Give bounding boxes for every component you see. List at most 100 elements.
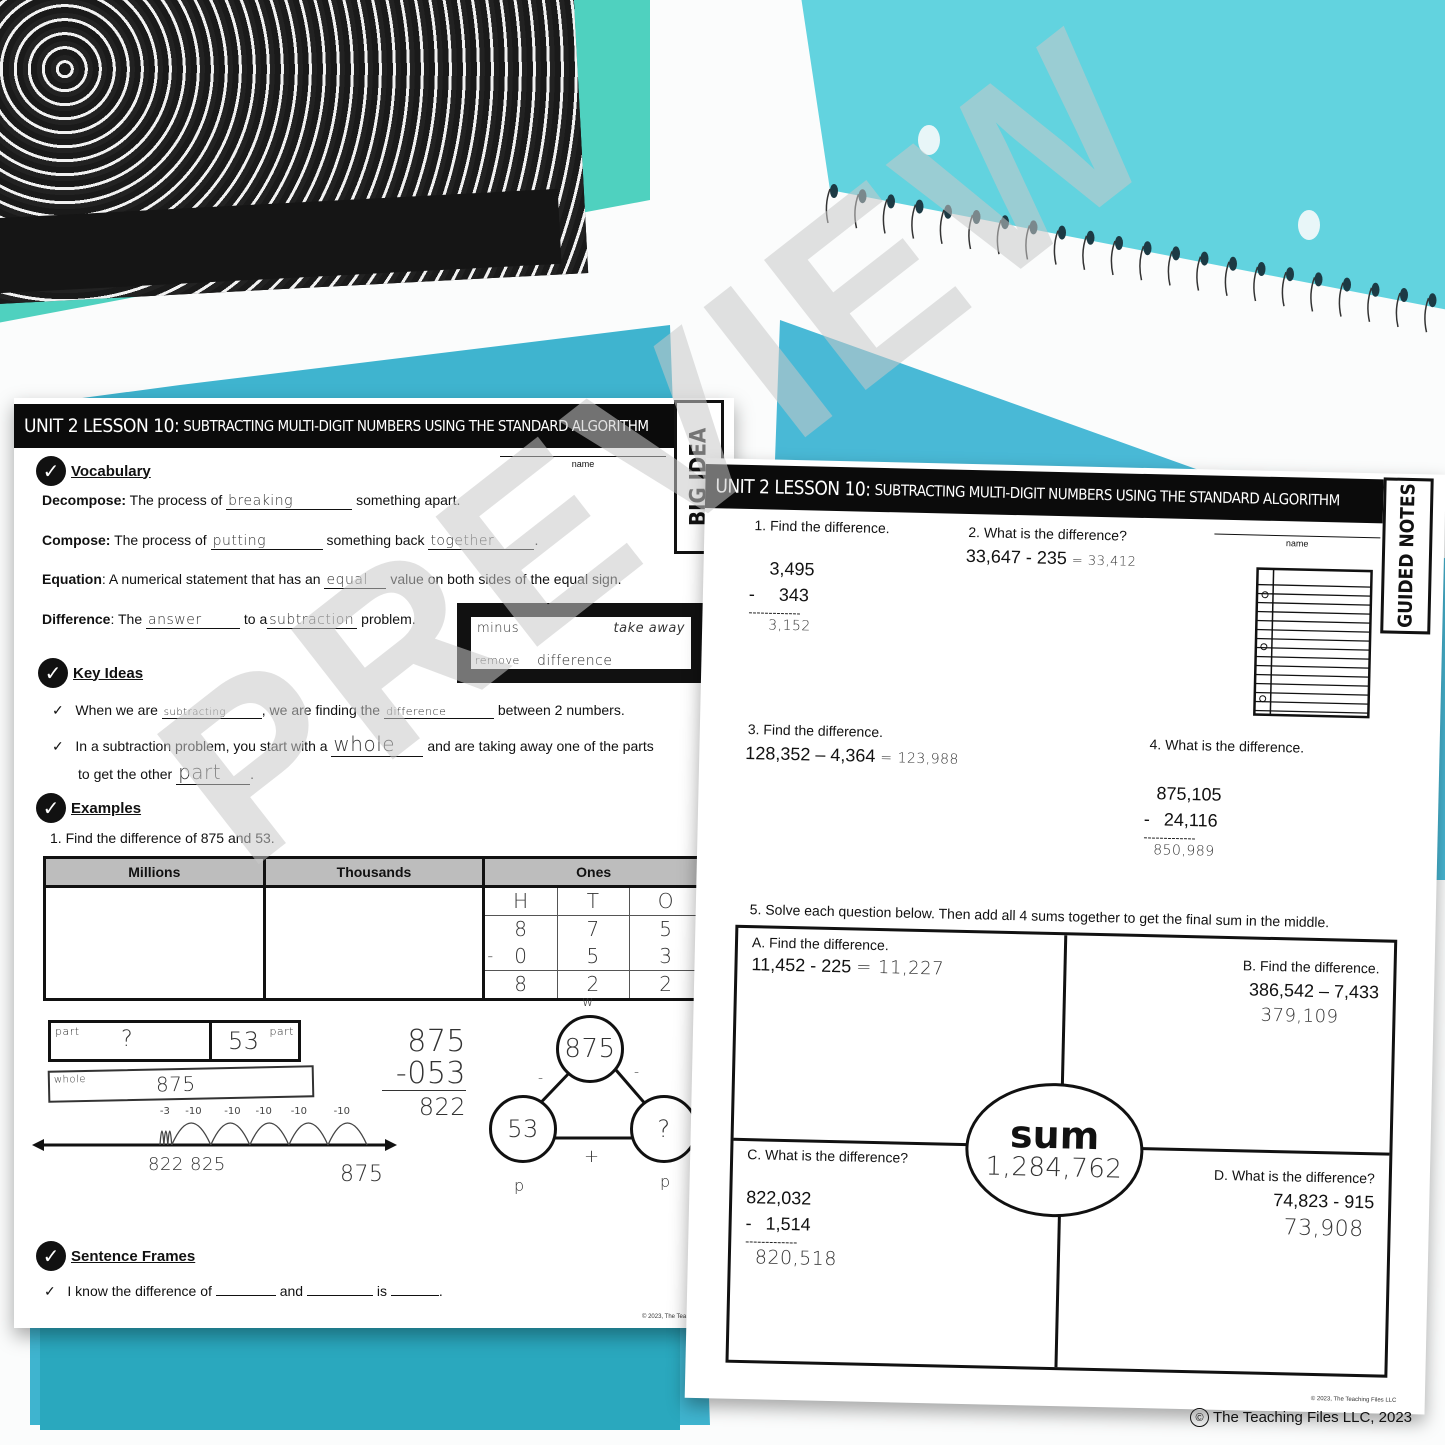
grid-digit: 5 [659, 917, 673, 941]
answer-blank[interactable]: answer [146, 612, 241, 629]
term: Decompose: [42, 492, 127, 508]
spiral-hole [915, 199, 924, 214]
key-ideas-heading: ✓ Key Ideas [38, 658, 143, 688]
grid-header: H [485, 888, 558, 916]
jump-arc [171, 1122, 212, 1146]
spiral-coil [1196, 256, 1202, 291]
spiral-coil [1338, 282, 1344, 317]
spiral-hole [1400, 288, 1408, 302]
answer[interactable]: 73,908 [1213, 1214, 1374, 1243]
column-header: Millions [43, 856, 266, 888]
q5b-prompt: B. Find the difference. [1242, 957, 1380, 977]
spiral-hole [1371, 282, 1380, 297]
section-title: Vocabulary [71, 462, 151, 480]
ones-cell[interactable]: H T O 8 7 5 0 5 3 8 2 2 - [482, 885, 705, 1001]
answer[interactable]: = 11,227 [856, 957, 944, 980]
minuend: 875,105 [1156, 783, 1222, 805]
text: : A numerical statement that has an [101, 571, 321, 587]
banner-title: Subtracting Multi-Digit Numbers Using Th… [874, 480, 1340, 510]
label: part [269, 1025, 294, 1038]
text: . [250, 766, 254, 782]
answer-blank[interactable] [215, 1295, 276, 1296]
text: to get the other [78, 766, 173, 782]
checkmark-icon: ✓ [52, 702, 64, 718]
answer-blank[interactable] [306, 1295, 373, 1296]
spiral-coil [1395, 292, 1401, 328]
minus-sign: - [634, 1064, 640, 1080]
jump-arc [159, 1130, 165, 1146]
answer-blank[interactable]: breaking [226, 493, 353, 510]
spiral-hole [1314, 272, 1323, 287]
sentence-frame: ✓ I know the difference of and is . [44, 1283, 443, 1300]
q1-prompt: 1. Find the difference. [754, 517, 890, 537]
value: ? [121, 1027, 134, 1052]
answer[interactable]: = 33,412 [1072, 553, 1137, 569]
text: and [279, 1283, 304, 1299]
thousands-cell[interactable] [262, 885, 486, 1001]
column-header: Ones [482, 856, 705, 888]
copyright-icon: © [1190, 1408, 1209, 1427]
spiral-coil [854, 193, 860, 229]
answer[interactable]: 379,109 [1242, 1004, 1379, 1028]
lined-paper-icon [1253, 567, 1373, 719]
grid-digit: 8 [485, 916, 558, 943]
minuend: 3,495 [769, 558, 815, 580]
grid-header: O [629, 888, 702, 916]
section-title: Sentence Frames [71, 1247, 196, 1265]
name-field[interactable]: name [1214, 533, 1381, 551]
answer-blank[interactable]: difference [383, 705, 494, 719]
spiral-hole [1257, 262, 1266, 276]
punch-hole [918, 125, 940, 155]
q4-prompt: 4. What is the difference. [1149, 736, 1305, 756]
text: and are taking away one of the parts [427, 738, 654, 754]
answer[interactable]: 3,152 [748, 617, 813, 634]
answer-blank[interactable]: subtracting [161, 707, 262, 719]
page-copyright: © 2023, The Teaching Files LLC [1310, 1395, 1397, 1404]
spiral-hole [887, 194, 895, 209]
sum-label: sum [1009, 1112, 1100, 1159]
text: is [376, 1283, 387, 1299]
q1-problem: 3,495 -343 ------------- 3,152 [748, 555, 815, 634]
answer-blank[interactable]: putting [210, 533, 323, 550]
grid-digit: 3 [629, 943, 702, 971]
name-field[interactable]: name [500, 456, 666, 469]
sum-value[interactable]: 1,284,762 [985, 1152, 1122, 1185]
sentence-frames-heading: ✓ Sentence Frames [36, 1241, 195, 1271]
vocab-equation: Equation: A numerical statement that has… [42, 571, 622, 589]
answer-blank[interactable]: subtraction [267, 612, 358, 629]
q5c: C. What is the difference? 822,032 -1,51… [745, 1146, 908, 1272]
q5d: D. What is the difference? 74,823 - 915 … [1213, 1167, 1375, 1243]
spiral-hole [1428, 293, 1437, 308]
grid-digit: 7 [558, 916, 630, 943]
vocab-decompose: Decompose: The process of breaking somet… [42, 492, 460, 510]
word-bank-item: take away [613, 621, 685, 636]
text: , we are finding the [261, 702, 381, 718]
grid-digit: 5 [557, 943, 630, 971]
spiral-hole [1001, 215, 1009, 230]
answer-blank[interactable]: equal [324, 572, 387, 589]
expression: 128,352 – 4,364 [745, 742, 876, 766]
q5-prompt: 5. Solve each question below. Then add a… [749, 901, 1330, 931]
check-circle-icon: ✓ [36, 456, 66, 486]
minus-sign: - [538, 1070, 544, 1086]
spiral-coil [1253, 266, 1259, 302]
answer-blank[interactable]: part [176, 760, 251, 785]
value: 875 [155, 1071, 196, 1097]
answer[interactable]: 850,989 [1143, 842, 1220, 860]
answer-blank[interactable]: whole [331, 732, 424, 757]
millions-cell[interactable] [43, 885, 266, 1001]
answer[interactable]: = 123,988 [880, 750, 959, 768]
section-title: Key Ideas [73, 664, 144, 682]
answer-blank[interactable] [390, 1295, 439, 1296]
spiral-hole [858, 189, 867, 204]
q3-problem: 128,352 – 4,364 = 123,988 [745, 743, 959, 769]
spiral-coil [1053, 230, 1059, 265]
answer-blank[interactable]: together [428, 533, 535, 550]
spiral-hole [1229, 256, 1237, 271]
q2-prompt: 2. What is the difference? [968, 523, 1128, 544]
text: to a [243, 611, 268, 627]
spiral-hole [1086, 230, 1095, 245]
grid-digit: 2 [659, 972, 673, 996]
answer[interactable]: 820,518 [745, 1246, 906, 1272]
vocab-compose: Compose: The process of putting somethin… [42, 532, 538, 550]
